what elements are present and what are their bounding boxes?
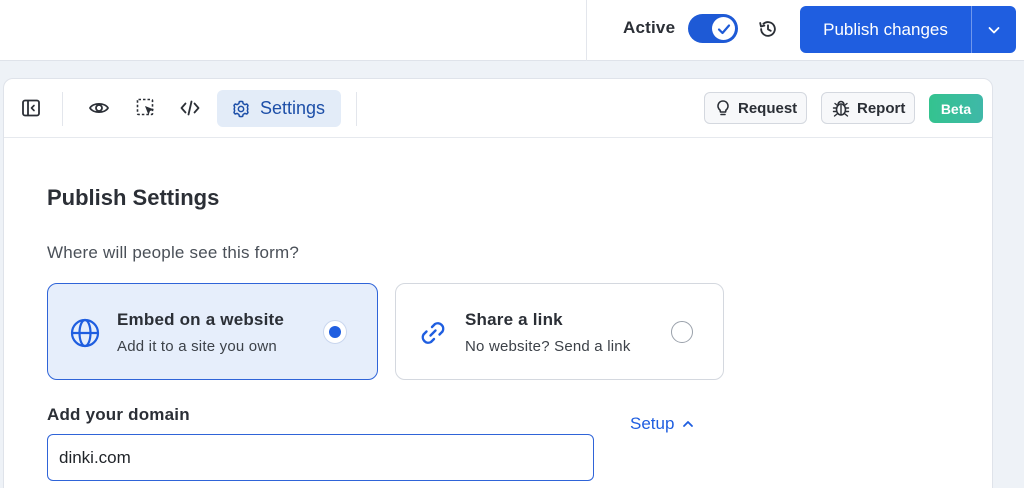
domain-input[interactable]: [47, 434, 594, 481]
option-title: Embed on a website: [117, 310, 285, 329]
sidebar-toggle-icon: [22, 99, 40, 117]
check-icon: [717, 23, 730, 34]
code-icon: [180, 100, 200, 116]
domain-field-label: Add your domain: [47, 405, 190, 424]
request-button[interactable]: Request: [704, 92, 808, 124]
publish-button-group: Publish changes: [800, 6, 1016, 53]
tab-settings-label: Settings: [260, 98, 326, 118]
toolbar-divider: [356, 92, 357, 126]
preview-button[interactable]: [87, 96, 111, 120]
active-toggle[interactable]: [688, 14, 738, 43]
globe-icon: [70, 318, 100, 348]
chevron-down-icon: [988, 26, 1000, 33]
setup-toggle-button[interactable]: Setup: [630, 414, 694, 434]
settings-panel: Settings Request Report Beta Publish Set…: [3, 78, 993, 488]
toggle-knob: [712, 17, 735, 40]
code-view-button[interactable]: [178, 96, 202, 120]
active-label: Active: [623, 18, 676, 37]
setup-label: Setup: [630, 414, 675, 433]
request-label: Request: [738, 99, 798, 117]
publish-changes-button[interactable]: Publish changes: [800, 6, 971, 53]
option-subtitle: No website? Send a link: [465, 338, 631, 355]
gear-icon: [233, 100, 249, 117]
bug-icon: [832, 100, 850, 117]
select-cursor-icon: [136, 98, 154, 116]
panel-toolbar: Settings Request Report Beta: [4, 79, 992, 138]
publish-options-button[interactable]: [972, 6, 1016, 53]
sidebar-toggle-button[interactable]: [19, 96, 43, 120]
report-label: Report: [857, 99, 906, 117]
chevron-up-icon: [683, 421, 694, 427]
toolbar-divider: [62, 92, 63, 126]
top-bar: Active Publish changes: [0, 0, 1024, 61]
radio-unselected[interactable]: [671, 321, 693, 343]
option-subtitle: Add it to a site you own: [117, 338, 277, 355]
report-button[interactable]: Report: [821, 92, 916, 124]
lightbulb-icon: [717, 100, 729, 116]
option-share-link[interactable]: Share a link No website? Send a link: [395, 283, 724, 380]
select-element-button[interactable]: [134, 96, 158, 120]
history-icon: [759, 21, 776, 37]
topbar-divider: [586, 0, 587, 61]
beta-badge: Beta: [929, 94, 983, 123]
history-button[interactable]: [755, 16, 781, 42]
radio-selected[interactable]: [324, 321, 346, 343]
option-title: Share a link: [465, 310, 563, 329]
placement-question: Where will people see this form?: [47, 243, 300, 262]
eye-icon: [88, 102, 110, 114]
tab-settings[interactable]: Settings: [217, 90, 341, 127]
page-title: Publish Settings: [47, 185, 220, 210]
radio-dot: [329, 326, 341, 338]
link-icon: [421, 322, 445, 344]
option-embed-website[interactable]: Embed on a website Add it to a site you …: [47, 283, 378, 380]
